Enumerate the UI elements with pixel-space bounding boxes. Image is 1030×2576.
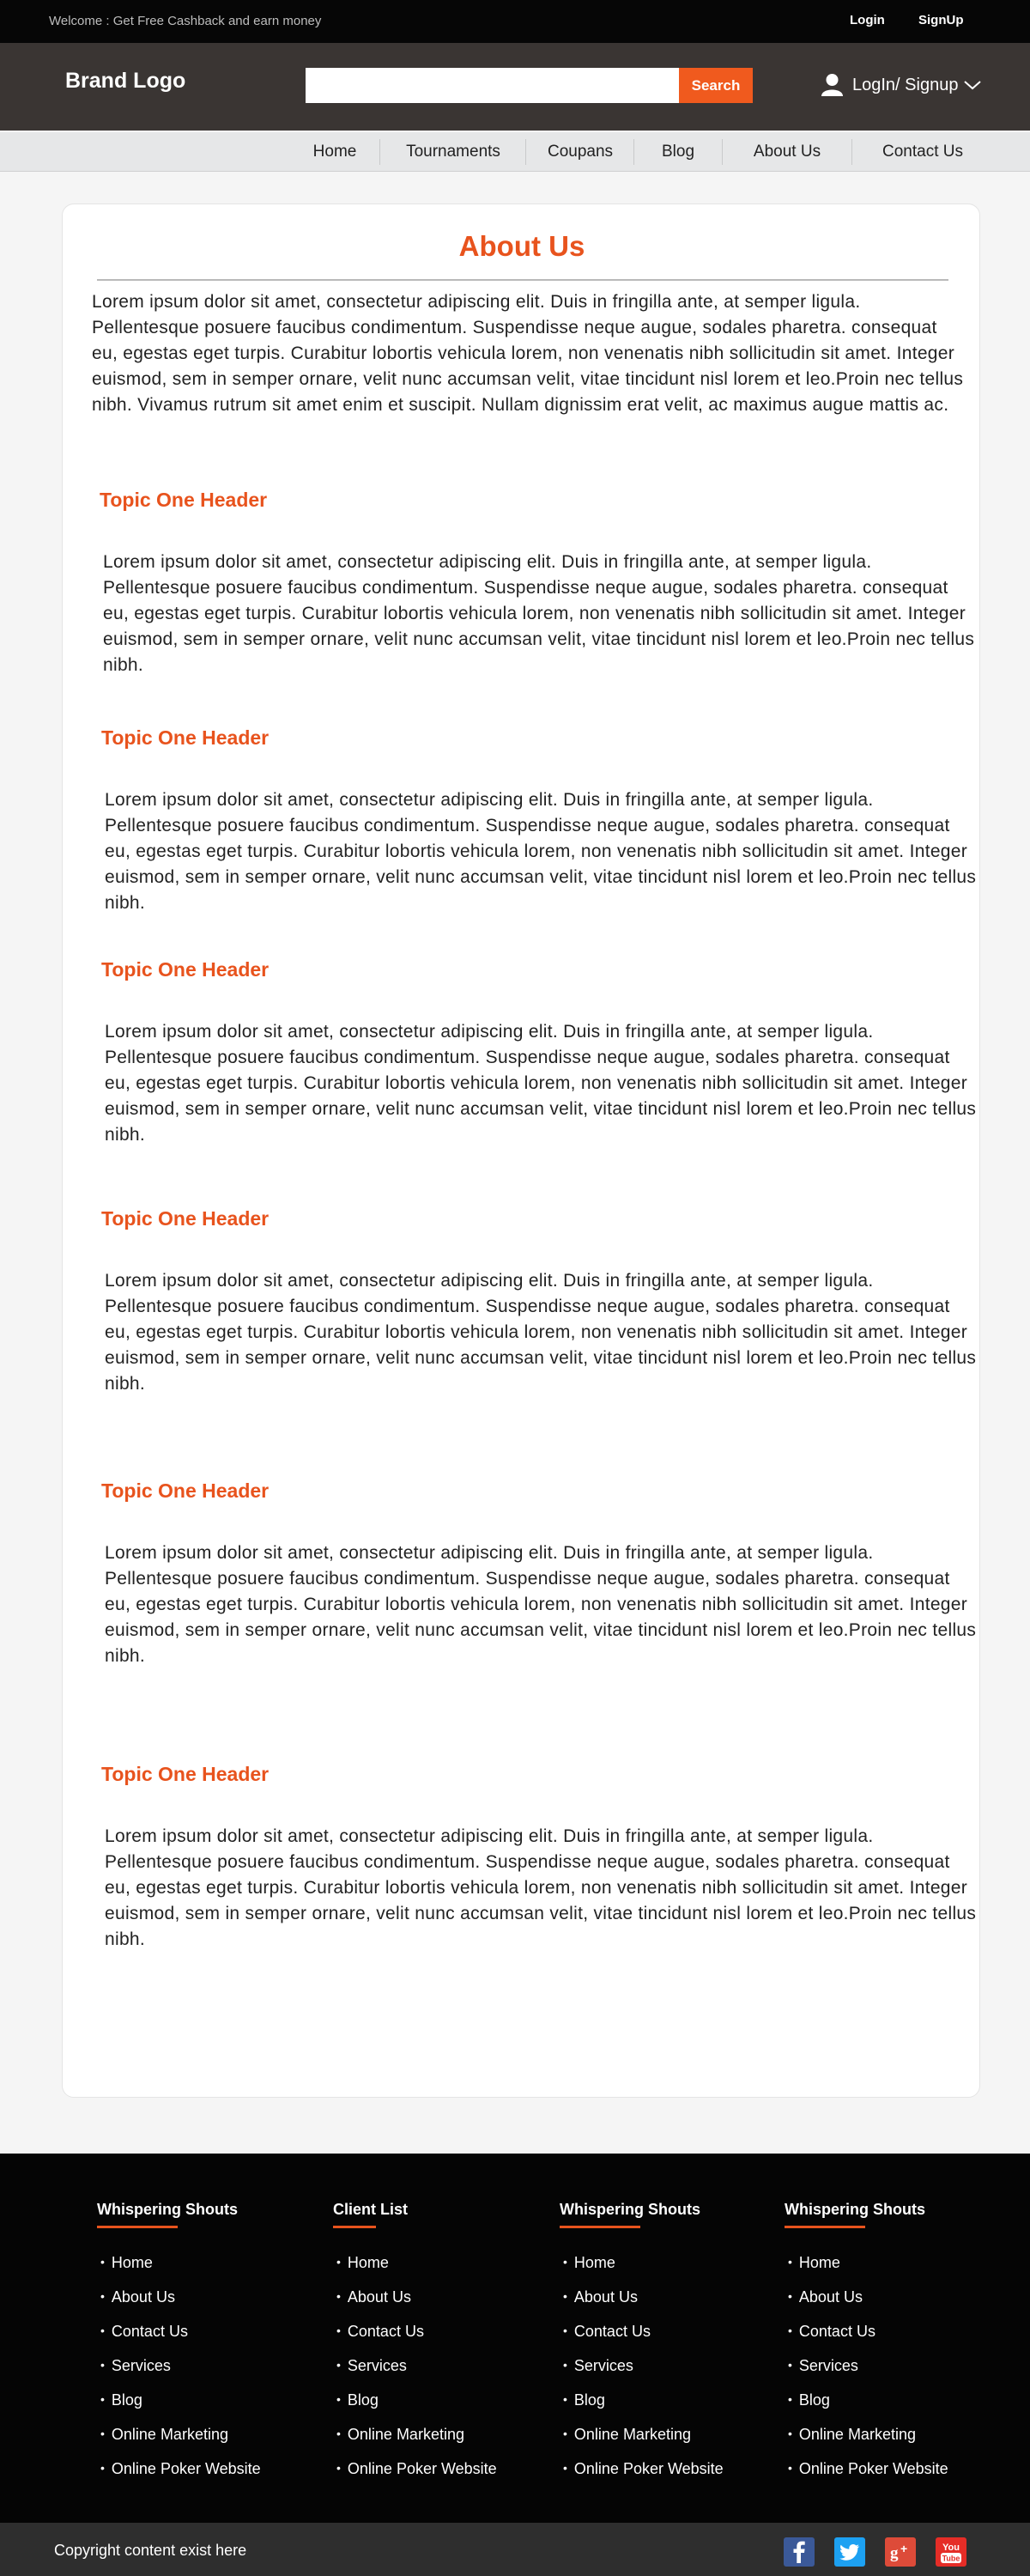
brand-logo[interactable]: Brand Logo — [65, 69, 185, 94]
topic-header: Topic One Header — [101, 1479, 270, 1502]
nav-divider — [633, 139, 634, 165]
footer-column: Whispering Shouts Home About Us Contact … — [97, 2201, 261, 2493]
search-input[interactable] — [306, 68, 679, 103]
footer-column-title: Client List — [333, 2201, 409, 2218]
search-button[interactable]: Search — [679, 68, 753, 103]
youtube-icon[interactable]: You Tube — [936, 2537, 966, 2567]
copyright-bar: Copyright content exist here g + You Tub… — [0, 2523, 1030, 2576]
footer-link-home[interactable]: Home — [785, 2252, 948, 2287]
footer-link-blog[interactable]: Blog — [97, 2390, 261, 2424]
footer-link-about-us[interactable]: About Us — [333, 2287, 497, 2321]
footer-link-online-poker-website[interactable]: Online Poker Website — [333, 2458, 497, 2493]
footer-link-blog[interactable]: Blog — [560, 2390, 724, 2424]
nav-coupans[interactable]: Coupans — [527, 132, 633, 172]
welcome-text: Welcome : Get Free Cashback and earn mon… — [49, 14, 322, 28]
footer-link-services[interactable]: Services — [97, 2355, 261, 2390]
title-underline — [560, 2226, 640, 2228]
top-bar: Welcome : Get Free Cashback and earn mon… — [0, 0, 1030, 43]
footer-link-online-marketing[interactable]: Online Marketing — [785, 2424, 948, 2458]
facebook-glyph — [793, 2541, 805, 2563]
svg-text:You: You — [942, 2543, 960, 2553]
login-link[interactable]: Login — [850, 13, 885, 27]
topic-header: Topic One Header — [101, 1763, 270, 1785]
title-underline — [785, 2226, 865, 2228]
topic-paragraph: Lorem ipsum dolor sit amet, consectetur … — [105, 1271, 977, 1394]
footer: Whispering Shouts Home About Us Contact … — [0, 2154, 1030, 2523]
footer-link-online-marketing[interactable]: Online Marketing — [560, 2424, 724, 2458]
footer-link-services[interactable]: Services — [333, 2355, 497, 2390]
footer-link-blog[interactable]: Blog — [785, 2390, 948, 2424]
svg-text:+: + — [900, 2542, 907, 2555]
nav-divider — [851, 139, 852, 165]
signup-link[interactable]: SignUp — [918, 13, 964, 27]
youtube-glyph: You Tube — [941, 2543, 961, 2563]
twitter-icon[interactable] — [834, 2537, 865, 2567]
footer-link-about-us[interactable]: About Us — [560, 2287, 724, 2321]
footer-link-home[interactable]: Home — [97, 2252, 261, 2287]
footer-link-online-marketing[interactable]: Online Marketing — [333, 2424, 497, 2458]
topic-paragraph: Lorem ipsum dolor sit amet, consectetur … — [105, 1826, 977, 1949]
footer-link-contact-us[interactable]: Contact Us — [785, 2321, 948, 2355]
topic-paragraph: Lorem ipsum dolor sit amet, consectetur … — [103, 552, 975, 675]
nav-divider — [379, 139, 380, 165]
topic-header: Topic One Header — [101, 958, 270, 981]
footer-link-contact-us[interactable]: Contact Us — [333, 2321, 497, 2355]
content-card: About Us Lorem ipsum dolor sit amet, con… — [62, 204, 980, 2098]
title-underline — [333, 2226, 376, 2228]
footer-link-contact-us[interactable]: Contact Us — [560, 2321, 724, 2355]
header: Brand Logo Search LogIn/ Signup — [0, 43, 1030, 131]
footer-column-title: Whispering Shouts — [97, 2201, 238, 2218]
twitter-glyph — [839, 2544, 859, 2561]
footer-column-title: Whispering Shouts — [560, 2201, 700, 2218]
login-signup-menu[interactable]: LogIn/ Signup — [821, 72, 982, 98]
footer-link-contact-us[interactable]: Contact Us — [97, 2321, 261, 2355]
footer-column: Whispering Shouts Home About Us Contact … — [560, 2201, 724, 2493]
footer-link-home[interactable]: Home — [333, 2252, 497, 2287]
footer-link-online-poker-website[interactable]: Online Poker Website — [785, 2458, 948, 2493]
topic-header: Topic One Header — [101, 1207, 270, 1230]
login-signup-label: LogIn/ Signup — [852, 75, 959, 94]
google-plus-glyph: g + — [890, 2542, 907, 2562]
footer-link-home[interactable]: Home — [560, 2252, 724, 2287]
svg-text:Tube: Tube — [942, 2555, 960, 2563]
footer-column: Client List Home About Us Contact Us Ser… — [333, 2201, 497, 2493]
nav-divider — [525, 139, 526, 165]
topic-paragraph: Lorem ipsum dolor sit amet, consectetur … — [105, 1022, 977, 1145]
footer-link-online-poker-website[interactable]: Online Poker Website — [97, 2458, 261, 2493]
topic-paragraph: Lorem ipsum dolor sit amet, consectetur … — [105, 790, 977, 913]
user-icon — [821, 74, 843, 96]
nav-about-us[interactable]: About Us — [724, 132, 851, 172]
google-plus-icon[interactable]: g + — [885, 2537, 916, 2567]
copyright-text: Copyright content exist here — [54, 2542, 247, 2559]
footer-column-title: Whispering Shouts — [785, 2201, 925, 2218]
title-underline — [97, 2226, 178, 2228]
main-nav: Home Tournaments Coupans Blog About Us C… — [0, 132, 1030, 172]
nav-blog[interactable]: Blog — [635, 132, 721, 172]
footer-link-online-marketing[interactable]: Online Marketing — [97, 2424, 261, 2458]
nav-contact-us[interactable]: Contact Us — [853, 132, 992, 172]
topic-paragraph: Lorem ipsum dolor sit amet, consectetur … — [105, 1543, 977, 1666]
topic-header: Topic One Header — [101, 726, 270, 749]
nav-divider — [722, 139, 723, 165]
page-title: About Us — [458, 230, 585, 262]
nav-home[interactable]: Home — [292, 132, 378, 172]
footer-link-services[interactable]: Services — [785, 2355, 948, 2390]
footer-link-about-us[interactable]: About Us — [97, 2287, 261, 2321]
facebook-icon[interactable] — [784, 2537, 815, 2567]
footer-link-blog[interactable]: Blog — [333, 2390, 497, 2424]
footer-link-about-us[interactable]: About Us — [785, 2287, 948, 2321]
chevron-down-icon — [964, 81, 982, 90]
footer-link-services[interactable]: Services — [560, 2355, 724, 2390]
footer-column: Whispering Shouts Home About Us Contact … — [785, 2201, 948, 2493]
intro-paragraph: Lorem ipsum dolor sit amet, consectetur … — [92, 292, 964, 415]
topic-header: Topic One Header — [100, 489, 268, 511]
svg-text:g: g — [890, 2544, 899, 2562]
title-divider — [97, 279, 948, 281]
nav-tournaments[interactable]: Tournaments — [381, 132, 525, 172]
footer-link-online-poker-website[interactable]: Online Poker Website — [560, 2458, 724, 2493]
